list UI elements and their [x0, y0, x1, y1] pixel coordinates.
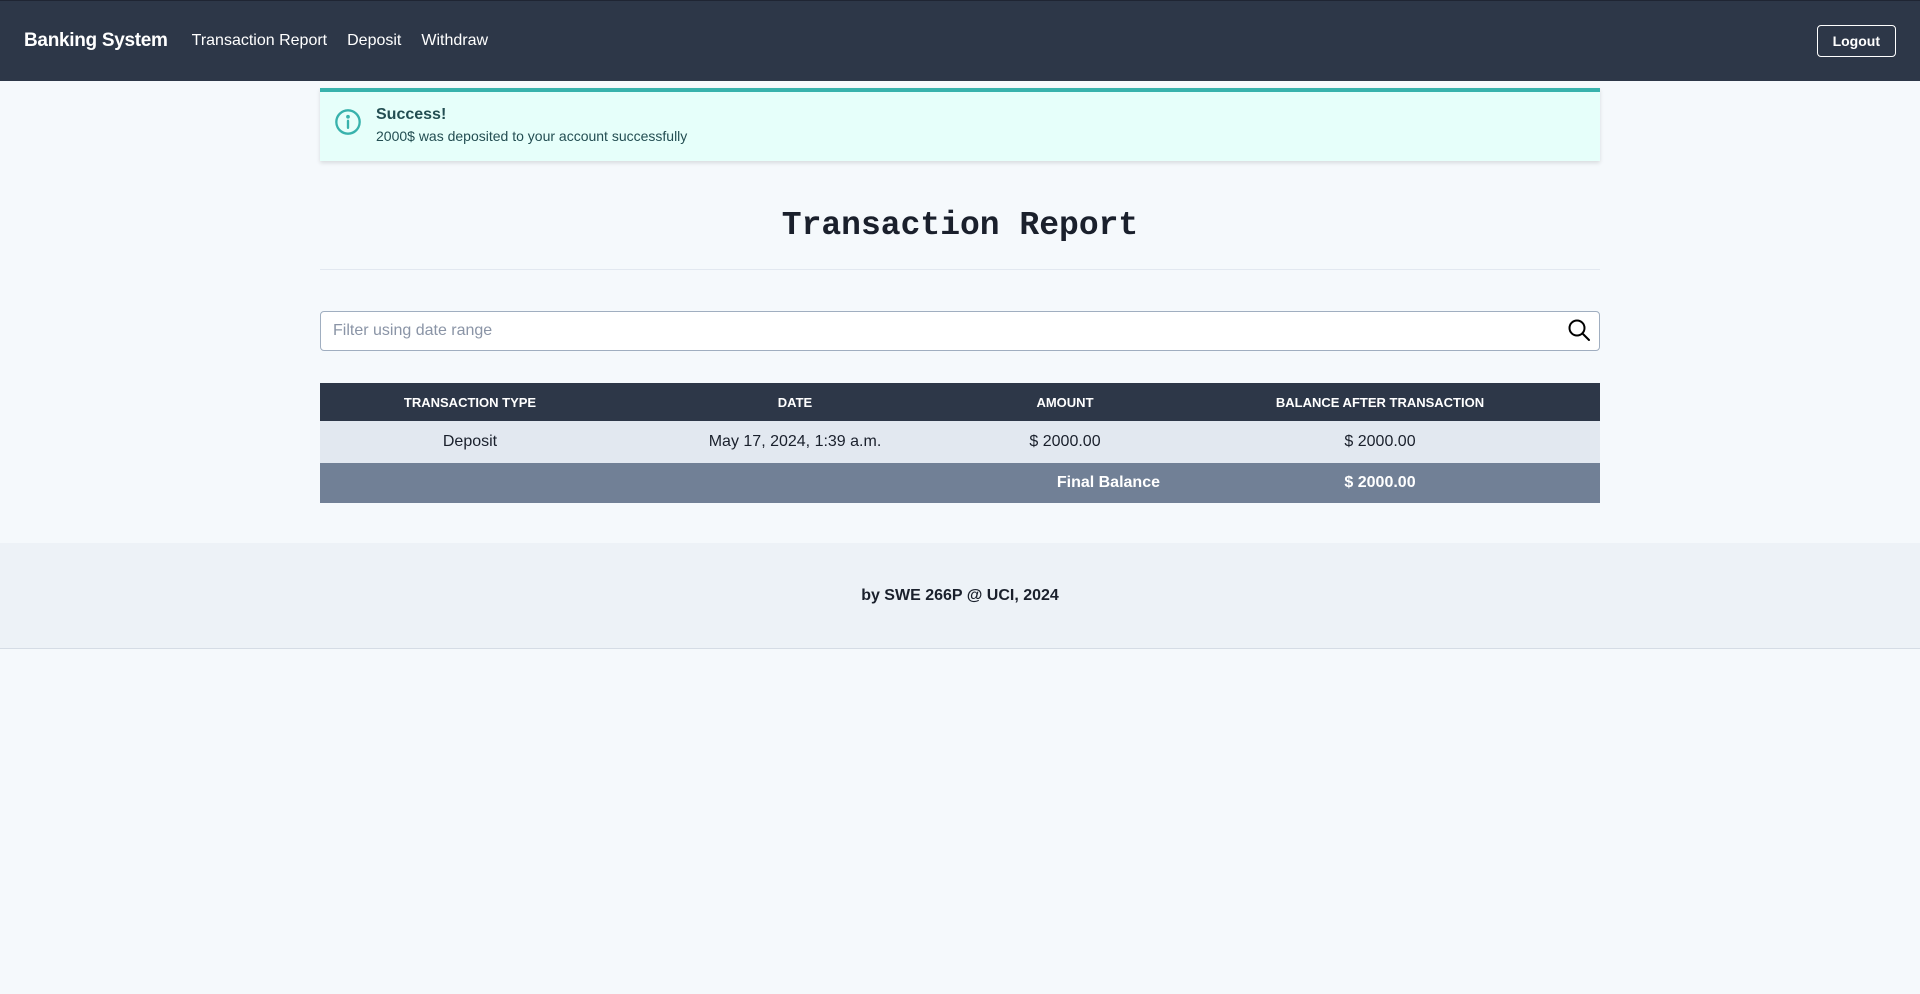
logout-button[interactable]: Logout	[1816, 25, 1896, 57]
info-circle-icon	[334, 108, 362, 136]
cell-date: May 17, 2024, 1:39 a.m.	[708, 433, 882, 450]
final-balance-value: $ 2000.00	[1344, 474, 1416, 491]
footer: by SWE 266P @ UCI, 2024	[0, 543, 1920, 649]
date-range-input[interactable]	[320, 311, 1600, 351]
nav-link-transaction-report[interactable]: Transaction Report	[192, 32, 327, 50]
navbar: Banking System Transaction Report Deposi…	[0, 0, 1920, 81]
alert-title: Success!	[376, 106, 447, 123]
alert-message: 2000$ was deposited to your account succ…	[376, 128, 688, 144]
nav-link-withdraw[interactable]: Withdraw	[421, 32, 488, 50]
alert-body: Success! 2000$ was deposited to your acc…	[376, 106, 687, 144]
title-divider	[320, 269, 1600, 270]
final-balance-row: Final Balance $ 2000.00	[320, 463, 1600, 503]
header-date: DATE	[777, 394, 813, 410]
header-amount: AMOUNT	[1036, 394, 1094, 410]
header-balance: BALANCE AFTER TRANSACTION	[1275, 394, 1485, 410]
nav-links: Transaction Report Deposit Withdraw	[192, 32, 488, 50]
cell-amount: $ 2000.00	[1029, 433, 1101, 450]
nav-link-deposit[interactable]: Deposit	[347, 32, 401, 50]
table-header-row: TRANSACTION TYPE DATE AMOUNT BALANCE AFT…	[320, 383, 1600, 421]
search-icon	[1567, 319, 1591, 345]
success-alert: Success! 2000$ was deposited to your acc…	[320, 88, 1600, 161]
search-button[interactable]	[1566, 318, 1592, 344]
page-title: Transaction Report	[781, 207, 1139, 244]
date-filter	[320, 311, 1600, 351]
brand-link[interactable]: Banking System	[24, 30, 168, 52]
main-content: Success! 2000$ was deposited to your acc…	[320, 88, 1600, 503]
footer-text: by SWE 266P @ UCI, 2024	[861, 586, 1059, 604]
cell-balance: $ 2000.00	[1344, 433, 1416, 450]
header-transaction-type: TRANSACTION TYPE	[403, 394, 537, 410]
transaction-table: TRANSACTION TYPE DATE AMOUNT BALANCE AFT…	[320, 383, 1600, 503]
final-balance-label: Final Balance	[1056, 474, 1160, 491]
cell-type: Deposit	[442, 433, 498, 450]
table-row: Deposit May 17, 2024, 1:39 a.m. $ 2000.0…	[320, 421, 1600, 463]
